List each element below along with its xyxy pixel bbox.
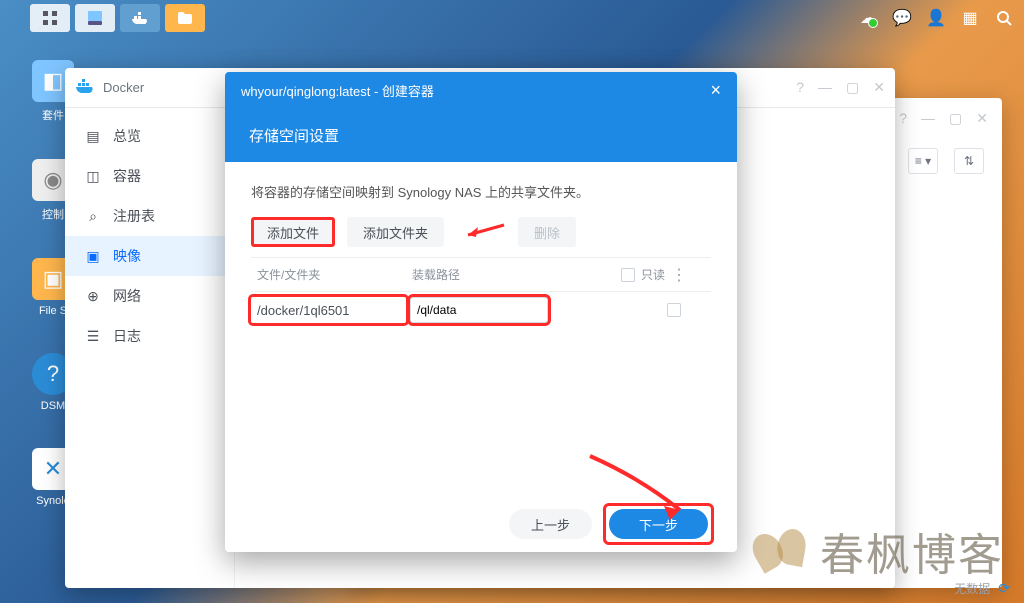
taskbar-file-icon[interactable] xyxy=(165,4,205,32)
modal-title: whyour/qinglong:latest - 创建容器 xyxy=(241,81,434,100)
add-folder-label: 添加文件夹 xyxy=(363,223,428,242)
docker-minimize-icon[interactable]: — xyxy=(818,79,832,96)
readonly-checkbox[interactable] xyxy=(667,303,681,317)
refresh-icon[interactable]: ⟳ xyxy=(998,580,1010,597)
docker-maximize-icon[interactable]: ▢ xyxy=(846,79,859,96)
sidebar-label: 日志 xyxy=(113,326,141,346)
col-folder: 文件/文件夹 xyxy=(251,266,406,283)
table-row: /docker/1ql6501 xyxy=(251,292,711,328)
win2-sort-button[interactable]: ⇅ xyxy=(954,148,984,174)
sidebar-item-overview[interactable]: ▤ 总览 xyxy=(65,116,234,156)
modal-subtitle-bar: 存储空间设置 xyxy=(225,108,737,162)
watermark-text: 春枫博客 xyxy=(820,519,1004,583)
desktop: ☁ 💬 👤 ▦ ◧套件 ◉控制 ▣File S ?DSM ✕Synolo ? —… xyxy=(0,0,1024,603)
col-readonly: 只读 xyxy=(641,266,665,283)
search-icon[interactable] xyxy=(992,6,1016,30)
create-container-modal: whyour/qinglong:latest - 创建容器 × 存储空间设置 将… xyxy=(225,72,737,552)
overview-icon: ▤ xyxy=(85,128,101,144)
container-icon: ◫ xyxy=(85,168,101,184)
taskbar-left xyxy=(30,4,205,32)
chat-icon[interactable]: 💬 xyxy=(890,6,914,30)
close-icon[interactable]: × xyxy=(710,80,721,101)
win2-view-list-button[interactable]: ≡ ▾ xyxy=(908,148,938,174)
sidebar-item-network[interactable]: ⊕ 网络 xyxy=(65,276,234,316)
next-button-highlight: 下一步 xyxy=(606,506,711,542)
modal-description: 将容器的存储空间映射到 Synology NAS 上的共享文件夹。 xyxy=(251,182,711,201)
add-file-button[interactable]: 添加文件 xyxy=(251,217,335,247)
user-icon[interactable]: 👤 xyxy=(924,6,948,30)
win2-help-icon[interactable]: ? xyxy=(899,110,907,126)
docker-title: Docker xyxy=(103,80,144,95)
cloud-health-icon[interactable]: ☁ xyxy=(856,6,880,30)
col-mount: 装载路径 xyxy=(406,266,556,283)
delete-button[interactable]: 删除 xyxy=(518,217,576,247)
readonly-checkbox-header[interactable] xyxy=(621,268,635,282)
taskbar-docker-icon[interactable] xyxy=(120,4,160,32)
sidebar-label: 网络 xyxy=(113,286,141,306)
desktop-dsm-label: DSM xyxy=(41,400,65,412)
taskbar-right: ☁ 💬 👤 ▦ xyxy=(856,6,1016,30)
desktop-file-label: File S xyxy=(39,305,67,317)
status-bar: 无数据 ⟳ xyxy=(954,580,1010,597)
annotation-arrow-small xyxy=(456,221,506,243)
modal-titlebar[interactable]: whyour/qinglong:latest - 创建容器 × xyxy=(225,72,737,108)
prev-button[interactable]: 上一步 xyxy=(509,509,592,539)
next-label: 下一步 xyxy=(639,515,678,534)
add-file-label: 添加文件 xyxy=(267,223,319,242)
sidebar-item-image[interactable]: ▣ 映像 xyxy=(65,236,234,276)
sidebar-label: 注册表 xyxy=(113,206,155,226)
docker-close-icon[interactable]: ✕ xyxy=(873,79,885,96)
sidebar-item-log[interactable]: ☰ 日志 xyxy=(65,316,234,356)
desktop-package-label: 套件 xyxy=(42,110,64,122)
taskbar-grid-icon[interactable] xyxy=(30,4,70,32)
dashboard-icon[interactable]: ▦ xyxy=(958,6,982,30)
prev-label: 上一步 xyxy=(531,515,570,534)
docker-help-icon[interactable]: ? xyxy=(796,79,804,96)
desktop-control-label: 控制 xyxy=(42,209,64,221)
win2-maximize-icon[interactable]: ▢ xyxy=(949,110,962,127)
sidebar-label: 总览 xyxy=(113,126,141,146)
docker-logo-icon xyxy=(75,78,95,98)
next-button[interactable]: 下一步 xyxy=(609,509,708,539)
modal-subtitle: 存储空间设置 xyxy=(249,125,339,146)
volume-table: 文件/文件夹 装载路径 只读 ⋮ /docker/1ql6501 xyxy=(251,257,711,328)
image-icon: ▣ xyxy=(85,248,101,264)
leaf-icon xyxy=(745,516,815,586)
folder-cell[interactable]: /docker/1ql6501 xyxy=(251,297,406,323)
delete-label: 删除 xyxy=(534,223,560,242)
win2-minimize-icon[interactable]: — xyxy=(921,110,935,126)
registry-icon: ⌕ xyxy=(85,208,101,224)
sidebar-label: 映像 xyxy=(113,246,141,266)
mount-path-input[interactable] xyxy=(410,297,548,323)
modal-footer: 上一步 下一步 xyxy=(225,496,737,552)
docker-sidebar: ▤ 总览 ◫ 容器 ⌕ 注册表 ▣ 映像 ⊕ 网络 ☰ 日志 xyxy=(65,108,235,588)
sidebar-label: 容器 xyxy=(113,166,141,186)
win2-close-icon[interactable]: ✕ xyxy=(976,110,988,127)
folder-value: /docker/1ql6501 xyxy=(257,303,350,318)
status-text: 无数据 xyxy=(954,580,990,597)
log-icon: ☰ xyxy=(85,328,101,344)
sidebar-item-container[interactable]: ◫ 容器 xyxy=(65,156,234,196)
network-icon: ⊕ xyxy=(85,288,101,304)
sidebar-item-registry[interactable]: ⌕ 注册表 xyxy=(65,196,234,236)
add-folder-button[interactable]: 添加文件夹 xyxy=(347,217,444,247)
taskbar-package-icon[interactable] xyxy=(75,4,115,32)
table-menu-icon[interactable]: ⋮ xyxy=(671,265,689,285)
watermark: 春枫博客 xyxy=(750,519,1004,583)
